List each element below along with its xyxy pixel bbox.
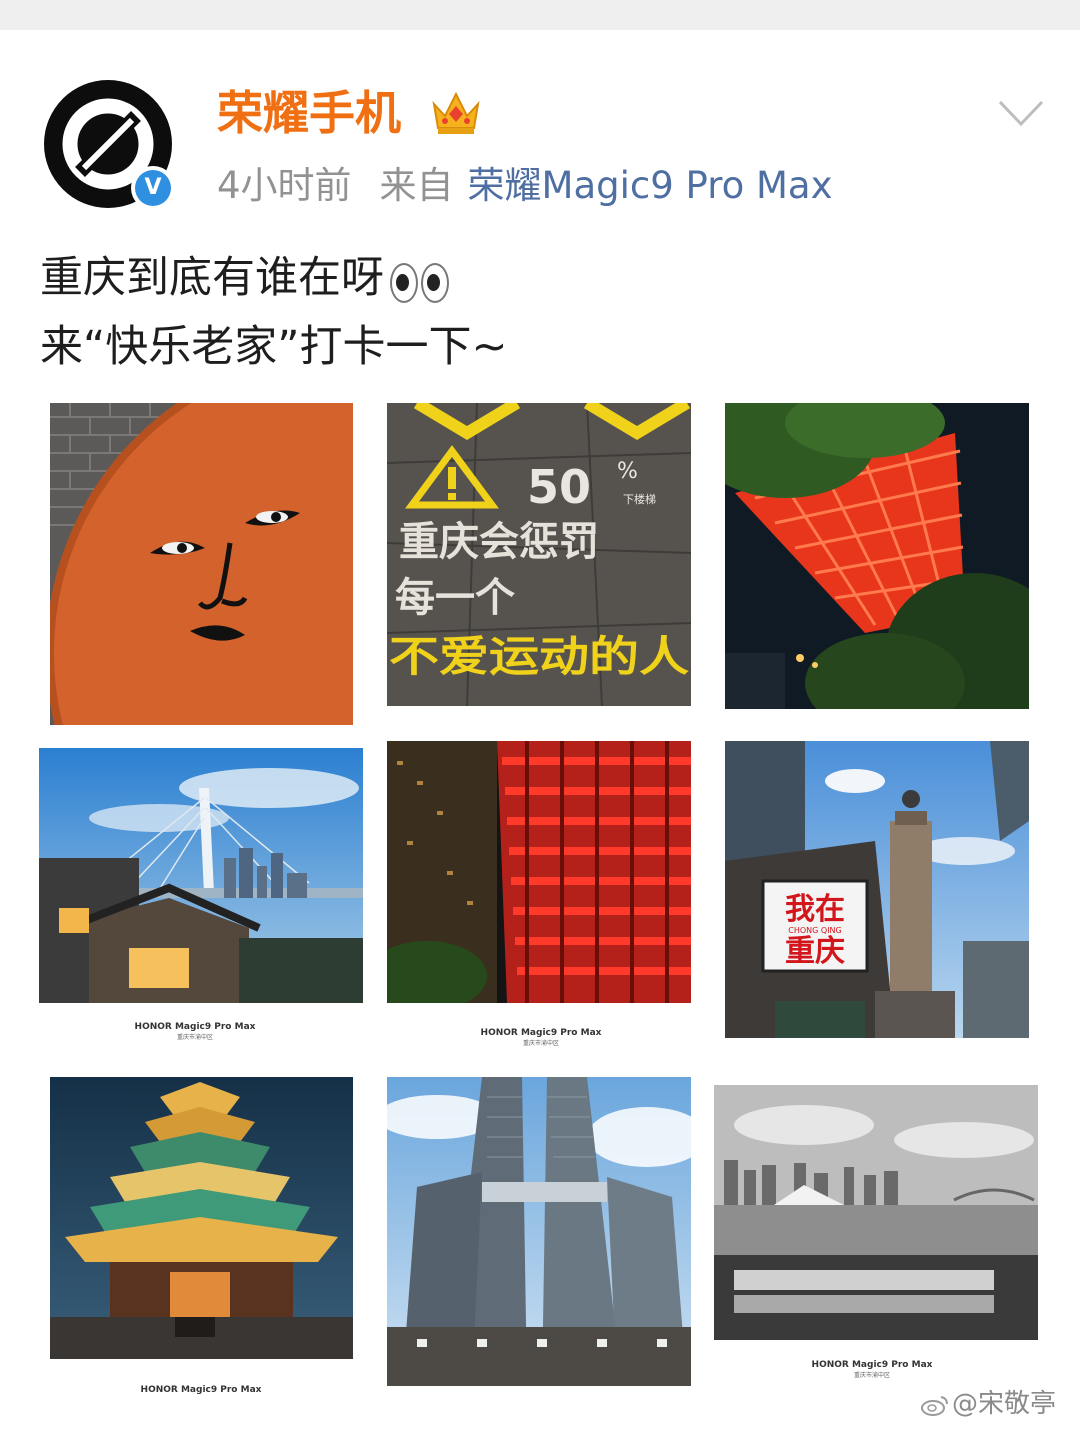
photo-2-image: 50 % 下楼梯 重庆会惩罚 每一个 不爱运动的人 xyxy=(387,403,691,706)
chevron-down-icon[interactable] xyxy=(996,96,1046,130)
sign-line-2: 每一个 xyxy=(395,575,515,621)
photo-4[interactable] xyxy=(39,748,363,1003)
post-text: 重庆到底有谁在呀 来“快乐老家”打卡一下~ xyxy=(40,245,508,380)
source-prefix: 来自 xyxy=(379,164,454,207)
billboard-line-3: 重庆 xyxy=(785,934,845,969)
photo-9-image xyxy=(714,1085,1038,1340)
sign-percent-symbol: % xyxy=(617,459,638,484)
username[interactable]: 荣耀手机 xyxy=(217,84,401,142)
photo-5-image xyxy=(387,741,691,1003)
sign-line-3: 不爱运动的人 xyxy=(389,632,689,681)
post-time: 4小时前 xyxy=(217,164,352,207)
caption-device: HONOR Magic9 Pro Max xyxy=(134,1022,256,1032)
caption-location: 重庆市渝中区 xyxy=(176,1034,213,1041)
photo-1-image xyxy=(50,403,353,725)
photo-3-image xyxy=(725,403,1029,709)
caption-location: 重庆市渝中区 xyxy=(853,1372,890,1379)
caption-device: HONOR Magic9 Pro Max xyxy=(811,1360,933,1370)
photo-5[interactable] xyxy=(387,741,691,1003)
sign-line-1: 重庆会惩罚 xyxy=(399,519,599,565)
eyes-emoji-icon xyxy=(390,248,452,314)
status-bar-strip xyxy=(0,0,1080,30)
weibo-watermark: @宋敬亭 xyxy=(920,1387,1056,1421)
verified-v-icon: V xyxy=(135,170,171,206)
watermark-text: @宋敬亭 xyxy=(952,1389,1057,1419)
sign-percent: 50 xyxy=(527,460,591,514)
caption-device: HONOR Magic9 Pro Max xyxy=(480,1028,602,1038)
sign-small-tag: 下楼梯 xyxy=(623,492,656,506)
photo-5-caption: HONOR Magic9 Pro Max 重庆市渝中区 xyxy=(466,1027,616,1049)
photo-7-image xyxy=(50,1077,353,1359)
photo-9-caption: HONOR Magic9 Pro Max 重庆市渝中区 xyxy=(797,1359,947,1381)
device-link[interactable]: 荣耀Magic9 Pro Max xyxy=(468,164,833,207)
weibo-logo-icon xyxy=(921,1395,948,1416)
photo-6-image: 我在 CHONG QING 重庆 xyxy=(725,741,1029,1038)
photo-2[interactable]: 50 % 下楼梯 重庆会惩罚 每一个 不爱运动的人 xyxy=(387,403,691,706)
photo-8[interactable] xyxy=(387,1077,691,1386)
photo-7[interactable] xyxy=(50,1077,353,1359)
caption-location: 重庆市渝中区 xyxy=(522,1040,559,1047)
post-text-line1: 重庆到底有谁在呀 xyxy=(40,253,384,303)
crown-icon xyxy=(432,91,480,134)
photo-8-image xyxy=(387,1077,691,1386)
post-text-line2: 来“快乐老家”打卡一下~ xyxy=(40,321,508,372)
photo-4-caption: HONOR Magic9 Pro Max 重庆市渝中区 xyxy=(120,1021,270,1043)
photo-7-caption: HONOR Magic9 Pro Max xyxy=(126,1384,276,1396)
verified-badge: V xyxy=(131,166,175,210)
billboard-line-1: 我在 xyxy=(785,892,845,927)
photo-3[interactable] xyxy=(725,403,1029,709)
photo-9[interactable] xyxy=(714,1085,1038,1340)
photo-6[interactable]: 我在 CHONG QING 重庆 xyxy=(725,741,1029,1038)
photo-1[interactable] xyxy=(50,403,353,725)
post-meta: 4小时前 来自 荣耀Magic9 Pro Max xyxy=(217,162,833,210)
caption-device: HONOR Magic9 Pro Max xyxy=(140,1385,262,1395)
photo-4-image xyxy=(39,748,363,1003)
